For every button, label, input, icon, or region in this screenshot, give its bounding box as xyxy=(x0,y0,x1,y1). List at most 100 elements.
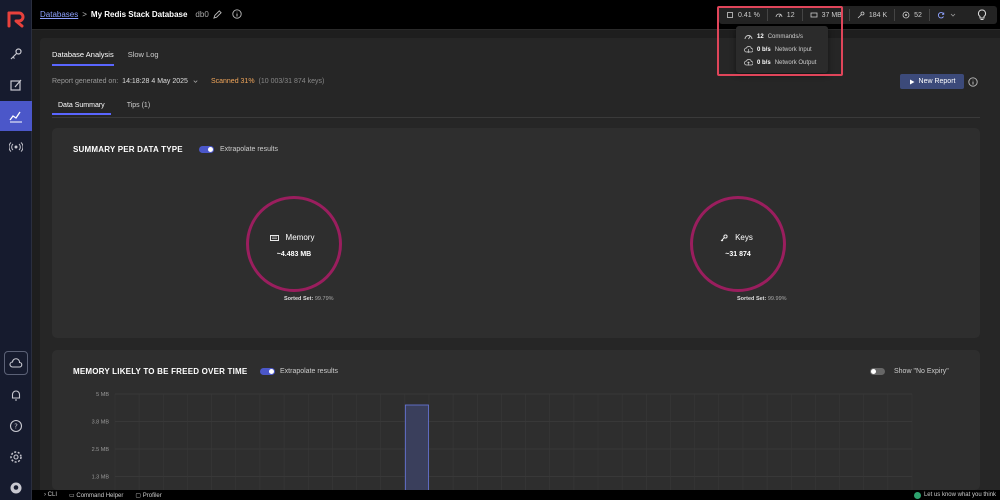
stat-clients-value: 52 xyxy=(914,11,922,19)
tooltip-input-row: 0 b/s Network Input xyxy=(744,43,820,56)
help-button[interactable]: ? xyxy=(0,411,32,441)
sidebar-item-workbench[interactable] xyxy=(0,70,32,100)
feedback-icon xyxy=(913,491,921,499)
clients-icon xyxy=(902,11,910,19)
keys-value: ~31 874 xyxy=(725,251,751,258)
cloud-download-icon xyxy=(744,46,753,53)
bottom-bar: › CLI ▭ Command Helper ▢ Profiler Let us… xyxy=(32,490,1000,500)
report-generated-label: Report generated on: xyxy=(52,78,119,85)
stat-commands[interactable]: 12 xyxy=(768,9,803,21)
stat-keys-value: 184 K xyxy=(868,11,888,19)
breadcrumb-separator: > xyxy=(82,9,87,19)
github-button[interactable] xyxy=(0,473,32,500)
memory-footnote: Sorted Set: 99.79% xyxy=(284,296,334,302)
summary-card: SUMMARY PER DATA TYPE Extrapolate result… xyxy=(52,128,980,338)
chart-bar[interactable] xyxy=(404,404,429,490)
profiler-label: Profiler xyxy=(142,492,162,499)
memory-foot-value: 99.79% xyxy=(314,296,334,302)
tooltip-output-label: Network Output xyxy=(774,59,817,66)
gear-icon xyxy=(10,451,22,463)
key-icon xyxy=(10,48,22,60)
tooltip-input-value: 0 b/s xyxy=(757,46,771,53)
notifications-button[interactable] xyxy=(0,380,32,410)
auto-refresh-button[interactable] xyxy=(930,9,964,21)
tooltip-output-row: 0 b/s Network Output xyxy=(744,56,820,69)
chart-y-tick-label: 5 MB xyxy=(96,392,109,398)
svg-text:?: ? xyxy=(14,423,18,431)
cli-button[interactable]: › CLI xyxy=(44,492,57,498)
cpu-icon xyxy=(727,12,733,18)
analytics-icon xyxy=(9,111,22,123)
github-icon xyxy=(10,482,22,494)
main-content: Database Analysis Slow Log Report genera… xyxy=(40,38,1000,490)
keys-ring xyxy=(690,196,786,292)
stat-memory-value: 37 MB xyxy=(821,11,842,19)
top-bar: Databases > My Redis Stack Database db0 … xyxy=(32,0,1000,30)
chart-y-tick-label: 1.3 MB xyxy=(92,475,110,481)
database-name: My Redis Stack Database xyxy=(90,9,188,19)
stat-cpu[interactable]: 0.41 % xyxy=(719,9,768,21)
settings-button[interactable] xyxy=(0,442,32,472)
cli-label: CLI xyxy=(47,492,58,498)
tab-tips[interactable]: Tips (1) xyxy=(121,102,156,115)
database-stats-bar[interactable]: 0.41 % 12 37 MB 184 K 52 xyxy=(719,6,997,24)
sidebar-item-analysis[interactable] xyxy=(0,101,32,131)
memory-foot-label: Sorted Set: xyxy=(284,296,314,302)
stat-memory[interactable]: 37 MB xyxy=(803,9,850,21)
analysis-tabs: Database Analysis Slow Log xyxy=(52,50,159,66)
sidebar-item-pubsub[interactable] xyxy=(0,132,32,162)
sidebar-item-browser[interactable] xyxy=(0,39,32,69)
memory-ring xyxy=(246,196,342,292)
redis-logo-icon[interactable] xyxy=(6,9,26,29)
refresh-icon xyxy=(937,12,945,19)
freed-memory-card: MEMORY LIKELY TO BE FREED OVER TIME Extr… xyxy=(52,350,980,490)
scanned-keys: (10 003/31 874 keys) xyxy=(258,78,325,85)
memory-icon xyxy=(810,12,817,18)
tab-data-summary[interactable]: Data Summary xyxy=(52,102,111,115)
pencil-icon[interactable] xyxy=(212,9,222,19)
summary-title: SUMMARY PER DATA TYPE xyxy=(73,145,183,154)
stat-commands-value: 12 xyxy=(786,11,795,19)
broadcast-icon xyxy=(9,142,23,152)
keys-label: Keys xyxy=(735,233,753,242)
command-helper-label: Command Helper xyxy=(76,492,124,499)
tooltip-commands-value: 12 xyxy=(757,33,764,40)
subtabs-divider xyxy=(52,117,980,118)
extrapolate-label: Extrapolate results xyxy=(220,146,278,153)
new-report-label: New Report xyxy=(918,78,956,85)
chevron-down-icon[interactable] xyxy=(192,78,199,85)
cloud-button[interactable] xyxy=(4,351,28,375)
command-helper-button[interactable]: ▭ Command Helper xyxy=(69,492,123,499)
tooltip-input-label: Network Input xyxy=(774,46,812,53)
speedometer-icon xyxy=(744,35,753,40)
info-icon[interactable] xyxy=(232,9,242,19)
freed-memory-chart: 5 MB 3.8 MB 2.5 MB 1.3 MB xyxy=(92,392,913,490)
memory-label: Memory xyxy=(285,233,315,242)
tooltip-output-value: 0 b/s xyxy=(757,59,771,66)
cloud-upload-icon xyxy=(744,59,753,66)
new-report-button[interactable]: New Report xyxy=(900,74,964,89)
profiler-button[interactable]: ▢ Profiler xyxy=(135,492,161,499)
lightbulb-icon[interactable] xyxy=(976,9,988,21)
tab-slow-log[interactable]: Slow Log xyxy=(128,50,159,66)
stat-clients[interactable]: 52 xyxy=(895,9,930,21)
breadcrumb-databases-link[interactable]: Databases xyxy=(40,10,78,19)
tooltip-commands-label: Commands/s xyxy=(767,33,804,40)
stat-keys[interactable]: 184 K xyxy=(850,9,896,21)
bell-icon xyxy=(11,390,21,401)
report-subtabs: Data Summary Tips (1) xyxy=(52,102,156,115)
tooltip-commands-row: 12 Commands/s xyxy=(744,30,820,43)
feedback-link[interactable]: Let us know what you think xyxy=(913,491,996,499)
extrapolate-toggle[interactable] xyxy=(199,146,214,153)
tab-database-analysis[interactable]: Database Analysis xyxy=(52,50,114,66)
info-icon[interactable] xyxy=(968,77,978,87)
breadcrumb: Databases > My Redis Stack Database db0 xyxy=(40,9,242,19)
stat-cpu-value: 0.41 % xyxy=(738,11,760,19)
play-icon xyxy=(909,79,915,84)
keys-foot-label: Sorted Set: xyxy=(737,296,767,302)
keys-foot-value: 99.99% xyxy=(767,296,787,302)
speedometer-icon xyxy=(775,13,783,18)
report-time-select[interactable]: 14:18:28 4 May 2025 xyxy=(122,78,188,85)
keys-footnote: Sorted Set: 99.99% xyxy=(737,296,787,302)
chevron-down-icon xyxy=(950,13,956,17)
